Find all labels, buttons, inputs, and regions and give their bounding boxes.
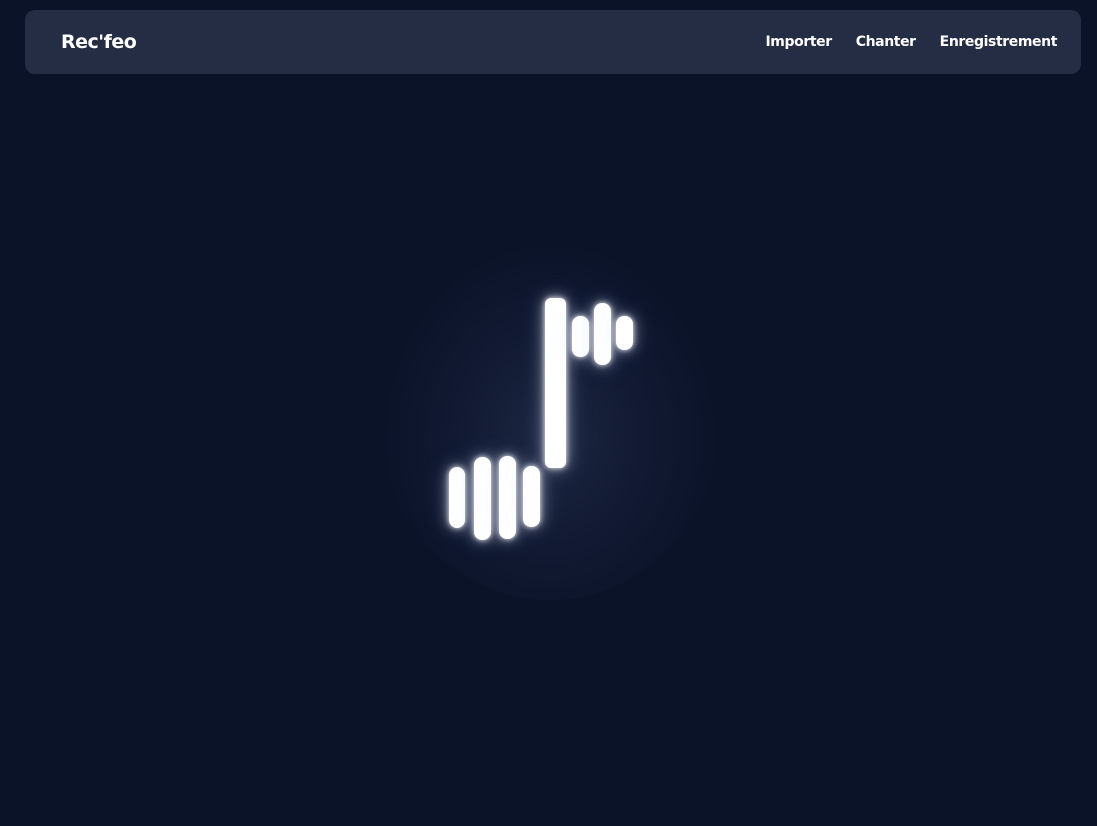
- waveform-bar: [499, 456, 516, 539]
- waveform-bar: [572, 316, 589, 357]
- waveform-bar: [474, 457, 491, 540]
- note-stem-bar: [545, 298, 566, 468]
- nav-link-enregistrement[interactable]: Enregistrement: [940, 34, 1058, 50]
- waveform-bar: [594, 303, 611, 365]
- nav-links: Importer Chanter Enregistrement: [765, 34, 1057, 50]
- logo-glow: [380, 240, 720, 600]
- brand-logo-text[interactable]: Rec'feo: [61, 31, 137, 53]
- waveform-bar: [449, 467, 465, 528]
- nav-link-chanter[interactable]: Chanter: [856, 34, 916, 50]
- nav-link-importer[interactable]: Importer: [765, 34, 832, 50]
- waveform-bar: [616, 316, 633, 350]
- music-note-waveform-icon: [0, 0, 1097, 826]
- navbar: Rec'feo Importer Chanter Enregistrement: [25, 10, 1081, 74]
- waveform-bar: [523, 466, 540, 527]
